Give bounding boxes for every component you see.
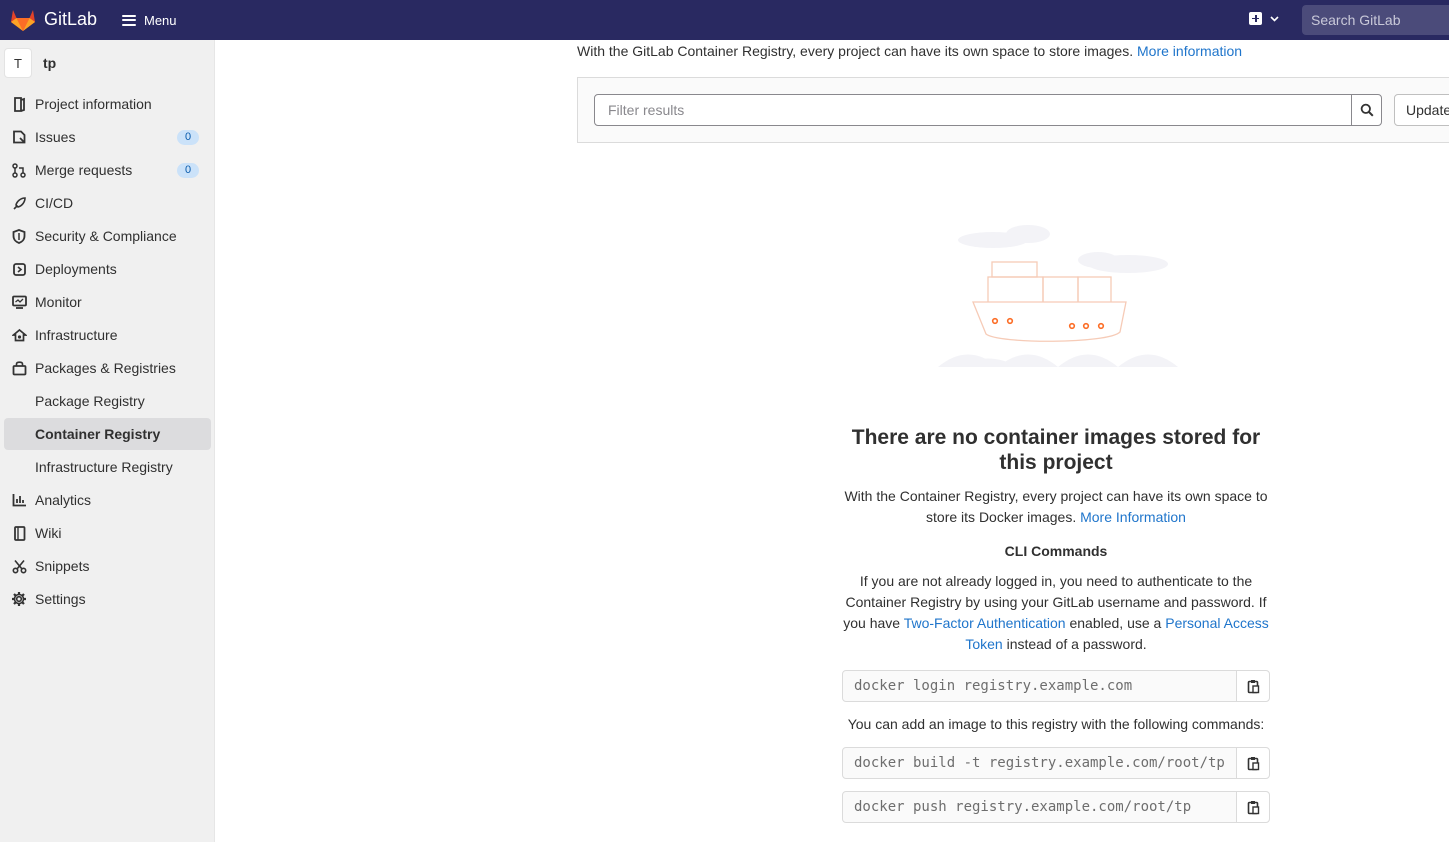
deployments-icon (11, 261, 27, 277)
sidebar-item-label: Analytics (35, 492, 92, 508)
sidebar-item-label: Issues (35, 129, 76, 145)
empty-state-title: There are no container images stored for… (851, 426, 1261, 474)
sidebar-item-label: Wiki (35, 525, 62, 541)
book-icon (11, 525, 27, 541)
sidebar-item-label: CI/CD (35, 195, 74, 211)
merge-requests-count-badge: 0 (177, 163, 199, 178)
shield-icon (11, 228, 27, 244)
more-information-link[interactable]: More information (1137, 43, 1242, 59)
sidebar-item-label: Settings (35, 591, 86, 607)
project-icon (11, 96, 27, 112)
issues-count-badge: 0 (177, 130, 199, 145)
push-command-text[interactable]: docker push registry.example.com/root/tp (843, 792, 1236, 822)
sidebar-item-package-registry[interactable]: Package Registry (4, 385, 211, 417)
login-command-text[interactable]: docker login registry.example.com (843, 671, 1236, 701)
cli-commands-heading: CLI Commands (1004, 543, 1108, 559)
sidebar-item-label: Container Registry (35, 426, 161, 442)
rocket-icon (11, 195, 27, 211)
gitlab-logo-icon[interactable] (10, 8, 36, 32)
new-dropdown-button[interactable] (1249, 12, 1279, 25)
search-input[interactable]: Search GitLab (1302, 5, 1449, 35)
sidebar-item-label: Merge requests (35, 162, 133, 178)
filter-results-input[interactable]: Filter results (594, 94, 1352, 126)
more-information-docs-link[interactable]: More Information (1080, 509, 1186, 525)
cli-note-text: instead of a password. (1006, 636, 1147, 652)
sidebar-item-label: Security & Compliance (35, 228, 177, 244)
merge-request-icon (11, 162, 27, 178)
sidebar-item-issues[interactable]: Issues 0 (4, 121, 211, 153)
sidebar-item-label: Package Registry (35, 393, 145, 409)
clipboard-icon (1247, 679, 1259, 693)
sidebar-item-label: Monitor (35, 294, 82, 310)
sidebar-item-ci-cd[interactable]: CI/CD (4, 187, 211, 219)
scissors-icon (11, 558, 27, 574)
sidebar: T tp Project information Issues 0 Merge … (0, 40, 215, 842)
copy-build-command-button[interactable] (1236, 748, 1269, 778)
copy-login-command-button[interactable] (1236, 671, 1269, 701)
copy-push-command-button[interactable] (1236, 792, 1269, 822)
sidebar-item-merge-requests[interactable]: Merge requests 0 (4, 154, 211, 186)
clipboard-icon (1247, 800, 1259, 814)
sidebar-item-label: Deployments (35, 261, 117, 277)
sidebar-item-wiki[interactable]: Wiki (4, 517, 211, 549)
sidebar-project[interactable]: T tp (4, 48, 56, 78)
sidebar-item-deployments[interactable]: Deployments (4, 253, 211, 285)
filter-search-button[interactable] (1351, 94, 1382, 126)
sidebar-item-security-compliance[interactable]: Security & Compliance (4, 220, 211, 252)
cli-note-text: enabled, use a (1069, 615, 1162, 631)
sidebar-item-project-information[interactable]: Project information (4, 88, 211, 120)
update-sort-button[interactable]: Update (1394, 94, 1449, 126)
monitor-icon (11, 294, 27, 310)
sidebar-item-container-registry[interactable]: Container Registry (4, 418, 211, 450)
container-ship-illustration (938, 225, 1178, 367)
empty-state-description-text: With the Container Registry, every proje… (844, 488, 1268, 525)
sidebar-item-label: Infrastructure Registry (35, 459, 173, 475)
sidebar-item-snippets[interactable]: Snippets (4, 550, 211, 582)
sidebar-item-label: Snippets (35, 558, 90, 574)
menu-button[interactable]: Menu (122, 11, 177, 29)
gear-icon (11, 591, 27, 607)
intro-text: With the GitLab Container Registry, ever… (577, 43, 1134, 59)
sidebar-item-infrastructure-registry[interactable]: Infrastructure Registry (4, 451, 211, 483)
sidebar-item-analytics[interactable]: Analytics (4, 484, 211, 516)
chart-icon (11, 492, 27, 508)
build-command-box: docker build -t registry.example.com/roo… (842, 747, 1270, 779)
sidebar-item-infrastructure[interactable]: Infrastructure (4, 319, 211, 351)
sidebar-item-label: Infrastructure (35, 327, 118, 343)
package-icon (11, 360, 27, 376)
filter-panel: Filter results Update (577, 77, 1449, 143)
add-image-note: You can add an image to this registry wi… (847, 716, 1265, 732)
push-command-box: docker push registry.example.com/root/tp (842, 791, 1270, 823)
sidebar-item-monitor[interactable]: Monitor (4, 286, 211, 318)
two-factor-auth-link[interactable]: Two-Factor Authentication (904, 615, 1066, 631)
issues-icon (11, 129, 27, 145)
empty-state-description: With the Container Registry, every proje… (842, 486, 1270, 528)
cloud-icon (11, 327, 27, 343)
sidebar-item-label: Project information (35, 96, 152, 112)
plus-square-icon (1249, 12, 1262, 25)
top-navbar: GitLab Menu Search GitLab (0, 0, 1449, 40)
cli-auth-note: If you are not already logged in, you ne… (842, 571, 1270, 655)
gitlab-brand[interactable]: GitLab (44, 9, 97, 30)
hamburger-icon (122, 14, 136, 26)
sidebar-item-label: Packages & Registries (35, 360, 176, 376)
sidebar-item-settings[interactable]: Settings (4, 583, 211, 615)
menu-label: Menu (144, 12, 177, 28)
chevron-down-icon (1270, 15, 1279, 22)
login-command-box: docker login registry.example.com (842, 670, 1270, 702)
registry-intro: With the GitLab Container Registry, ever… (577, 43, 1242, 59)
build-command-text[interactable]: docker build -t registry.example.com/roo… (843, 748, 1236, 778)
clipboard-icon (1247, 756, 1259, 770)
sidebar-item-packages-registries[interactable]: Packages & Registries (4, 352, 211, 384)
project-name: tp (43, 55, 57, 71)
search-icon (1360, 103, 1374, 117)
project-avatar: T (4, 48, 32, 78)
